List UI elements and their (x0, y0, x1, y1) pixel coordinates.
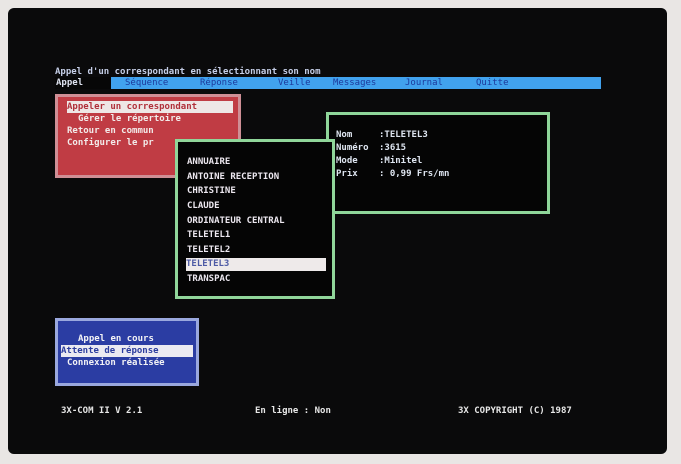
directory-list-panel: ANNUAIRE ANTOINE RECEPTION CHRISTINE CLA… (175, 139, 335, 299)
copyright-text: 3X COPYRIGHT (C) 1987 (458, 406, 572, 416)
mode-label: Mode (336, 156, 358, 166)
call-menu-item-configurer[interactable]: Configurer le pr (67, 137, 154, 149)
nom-label: Nom (336, 130, 353, 140)
menu-item-veille[interactable]: Veille (278, 77, 311, 89)
online-status: En ligne : Non (255, 406, 331, 416)
mode-value: :Minitel (379, 156, 423, 166)
numero-label: Numéro (336, 143, 369, 153)
directory-entry[interactable]: TELETEL1 (187, 229, 230, 241)
menu-item-appel[interactable]: Appel (55, 77, 111, 89)
menu-bar: Appel Séquence Réponse Veille Messages J… (55, 77, 601, 89)
call-menu-item-gerer[interactable]: Gérer le répertoire (78, 113, 181, 125)
crt-screen: Appel d'un correspondant en sélectionnan… (8, 8, 667, 454)
directory-entry[interactable]: ANNUAIRE (187, 156, 230, 168)
directory-entry[interactable]: TELETEL2 (187, 244, 230, 256)
prix-value: : 0,99 Frs/mn (379, 169, 450, 179)
directory-entry[interactable]: CLAUDE (187, 200, 220, 212)
status-attente-reponse: Attente de réponse (61, 345, 193, 357)
directory-entry[interactable]: TRANSPAC (187, 273, 230, 285)
correspondent-details-panel: Nom :TELETEL3 Numéro :3615 Mode :Minitel… (326, 112, 550, 214)
nom-value: :TELETEL3 (379, 130, 428, 140)
status-connexion-realisee: Connexion réalisée (67, 358, 165, 368)
call-menu-item-appeler[interactable]: Appeler un correspondant (67, 101, 233, 113)
directory-entry[interactable]: CHRISTINE (187, 185, 236, 197)
prix-label: Prix (336, 169, 358, 179)
numero-value: :3615 (379, 143, 407, 153)
directory-entry-selected[interactable]: TELETEL3 (186, 258, 326, 271)
menu-item-messages[interactable]: Messages (333, 77, 376, 89)
directory-entry[interactable]: ANTOINE RECEPTION (187, 171, 279, 183)
menu-item-sequence[interactable]: Séquence (125, 77, 168, 89)
version-text: 3X-COM II V 2.1 (61, 406, 143, 416)
call-status-panel: Appel en cours Attente de réponse Connex… (55, 318, 199, 386)
call-menu-item-retour[interactable]: Retour en commun (67, 125, 154, 137)
menu-item-reponse[interactable]: Réponse (200, 77, 238, 89)
menu-item-journal[interactable]: Journal (405, 77, 443, 89)
menu-item-quitte[interactable]: Quitte (476, 77, 509, 89)
status-appel-en-cours: Appel en cours (78, 334, 154, 344)
directory-entry[interactable]: ORDINATEUR CENTRAL (187, 215, 285, 227)
